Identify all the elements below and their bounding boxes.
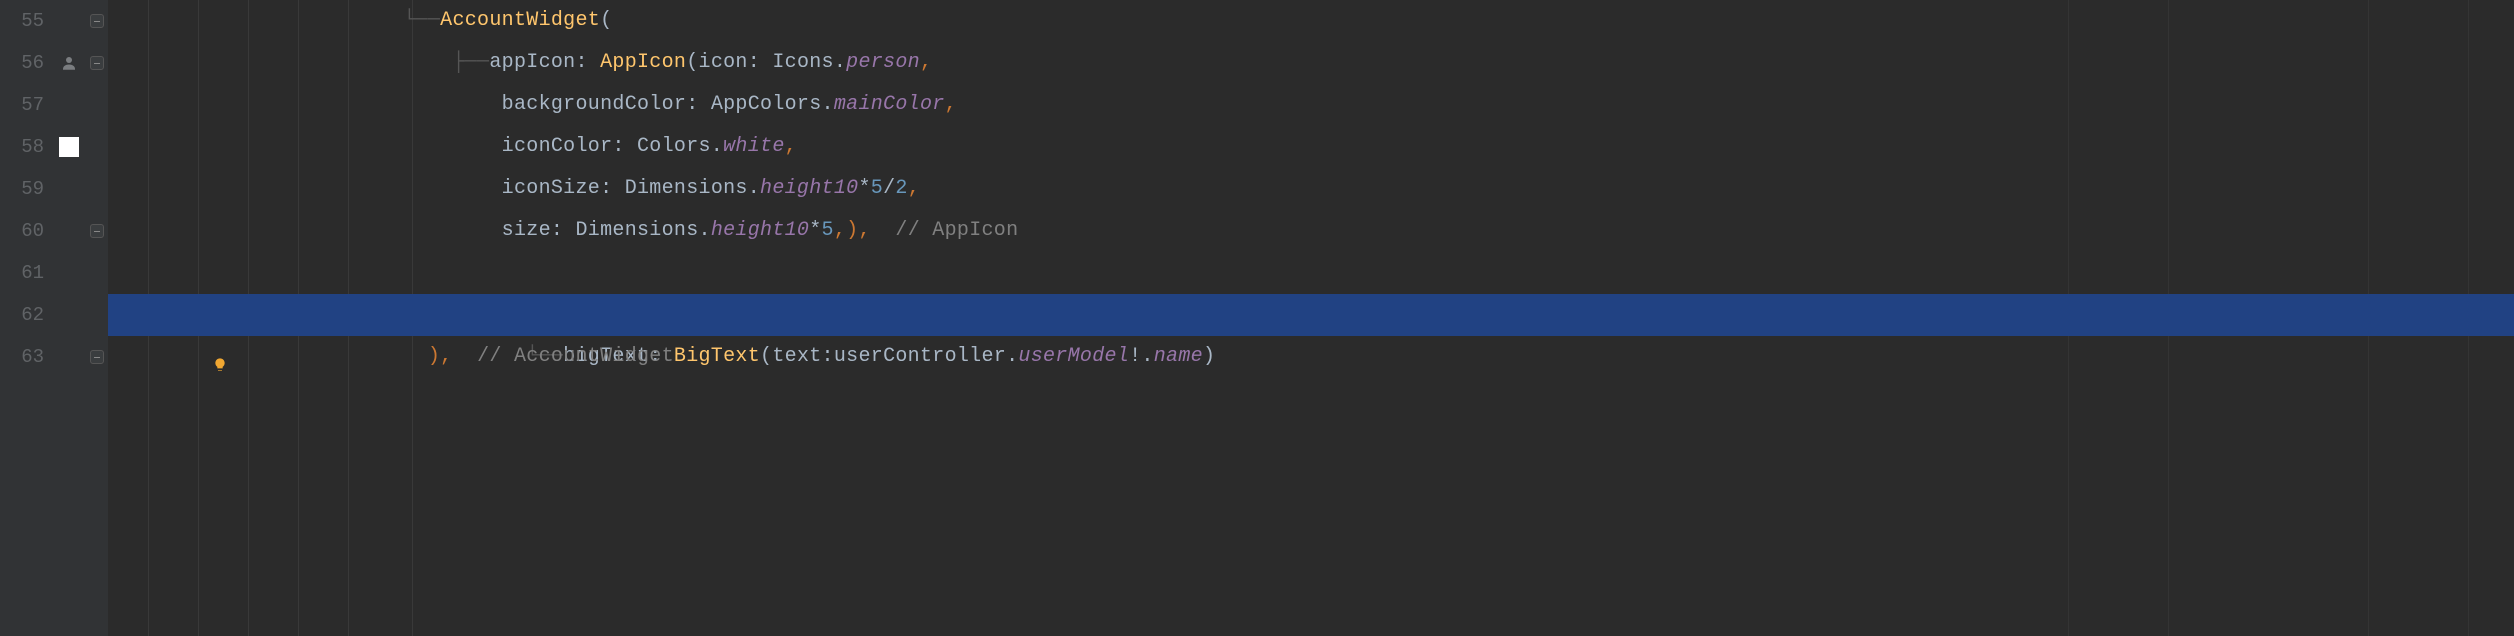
intention-bulb-icon[interactable] <box>114 306 132 324</box>
closing-label-comment: // AccountWidget <box>477 345 674 368</box>
code-line[interactable]: ├──appIcon: AppIcon(icon: Icons.person, <box>108 42 2514 84</box>
tree-connector-icon: ├── <box>108 42 489 84</box>
number-literal: 5 <box>871 177 883 200</box>
param-name: iconColor: <box>502 135 637 158</box>
code-line-current[interactable]: └──bigText: BigText(text:userController.… <box>108 294 2514 336</box>
tree-connector-icon: └── <box>108 0 440 42</box>
author-annotation-icon <box>52 42 86 84</box>
property: height10 <box>760 177 858 200</box>
gutter-annotations <box>52 0 86 636</box>
line-number: 58 <box>0 126 44 168</box>
property: white <box>723 135 785 158</box>
code-line[interactable]: ), // AccountWidget <box>108 336 2514 378</box>
fold-column <box>86 0 108 636</box>
breakpoint-marker[interactable] <box>52 126 86 168</box>
code-line[interactable]: size: Dimensions.height10*5,), // AppIco… <box>108 210 2514 252</box>
property: mainColor <box>834 93 945 116</box>
line-number: 63 <box>0 336 44 378</box>
line-number: 60 <box>0 210 44 252</box>
code-line[interactable]: backgroundColor: AppColors.mainColor, <box>108 84 2514 126</box>
code-editor[interactable]: 55 56 57 58 59 60 61 62 63 <box>0 0 2514 636</box>
line-number: 57 <box>0 84 44 126</box>
property: height10 <box>711 219 809 242</box>
fold-toggle-icon[interactable] <box>90 14 104 28</box>
class-name: AccountWidget <box>440 9 600 32</box>
code-line[interactable] <box>108 252 2514 294</box>
code-area[interactable]: └──AccountWidget( ├──appIcon: AppIcon(ic… <box>108 0 2514 636</box>
line-number: 56 <box>0 42 44 84</box>
line-number: 61 <box>0 252 44 294</box>
param-name: iconSize: <box>502 177 625 200</box>
line-number: 62 <box>0 294 44 336</box>
param-name: appIcon: <box>489 51 600 74</box>
line-number-column: 55 56 57 58 59 60 61 62 63 <box>0 0 52 636</box>
param-name: size: <box>502 219 576 242</box>
number-literal: 5 <box>822 219 834 242</box>
fold-toggle-icon[interactable] <box>90 224 104 238</box>
class-name: AppIcon <box>600 51 686 74</box>
fold-toggle-icon[interactable] <box>90 350 104 364</box>
code-line[interactable]: └──AccountWidget( <box>108 0 2514 42</box>
number-literal: 2 <box>895 177 907 200</box>
closing-label-comment: // AppIcon <box>895 219 1018 242</box>
param-name: backgroundColor: <box>502 93 711 116</box>
line-number: 59 <box>0 168 44 210</box>
fold-toggle-icon[interactable] <box>90 56 104 70</box>
param-name: icon: <box>699 51 773 74</box>
editor-gutter: 55 56 57 58 59 60 61 62 63 <box>0 0 108 636</box>
code-line[interactable]: iconSize: Dimensions.height10*5/2, <box>108 168 2514 210</box>
line-number: 55 <box>0 0 44 42</box>
code-line[interactable]: iconColor: Colors.white, <box>108 126 2514 168</box>
property: person <box>846 51 920 74</box>
paren: ( <box>600 9 612 32</box>
